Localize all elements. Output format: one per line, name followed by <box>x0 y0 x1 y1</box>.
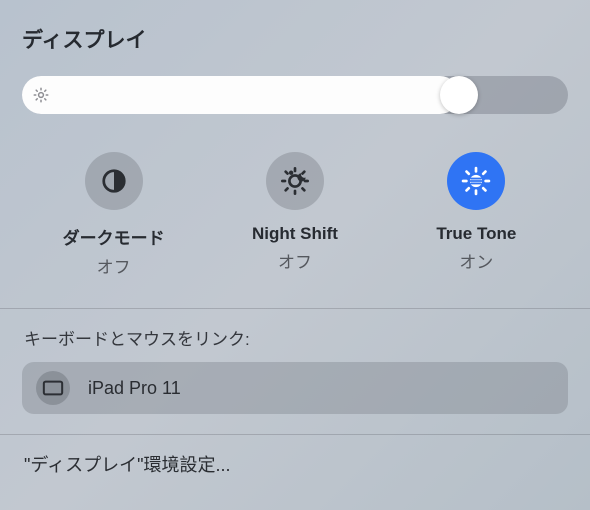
true-tone-toggle[interactable]: True Tone オン <box>391 152 562 278</box>
brightness-low-icon <box>32 86 50 104</box>
link-devices-heading: キーボードとマウスをリンク: <box>24 325 568 350</box>
section-divider <box>0 434 590 435</box>
display-preferences-link[interactable]: "ディスプレイ"環境設定... <box>24 451 568 477</box>
night-shift-toggle[interactable]: Night Shift オフ <box>209 152 380 278</box>
brightness-slider[interactable] <box>22 76 568 114</box>
ipad-icon <box>36 371 70 405</box>
linked-device-name: iPad Pro 11 <box>88 378 181 399</box>
true-tone-status: オン <box>459 248 493 273</box>
brightness-slider-fill <box>22 76 459 114</box>
sun-lines-icon <box>447 152 505 210</box>
sun-moon-icon <box>266 152 324 210</box>
panel-title: ディスプレイ <box>22 24 568 54</box>
display-toggle-row: ダークモード オフ Night Shift オフ <box>22 152 568 278</box>
dark-mode-status: オフ <box>97 253 131 278</box>
brightness-slider-thumb[interactable] <box>440 76 478 114</box>
night-shift-status: オフ <box>278 248 312 273</box>
display-control-panel: ディスプレイ ダークモード オフ <box>0 0 590 510</box>
night-shift-label: Night Shift <box>252 224 338 244</box>
dark-mode-label: ダークモード <box>63 224 165 249</box>
section-divider <box>0 308 590 309</box>
linked-device-row[interactable]: iPad Pro 11 <box>22 362 568 414</box>
half-moon-icon <box>85 152 143 210</box>
true-tone-label: True Tone <box>436 224 516 244</box>
dark-mode-toggle[interactable]: ダークモード オフ <box>28 152 199 278</box>
